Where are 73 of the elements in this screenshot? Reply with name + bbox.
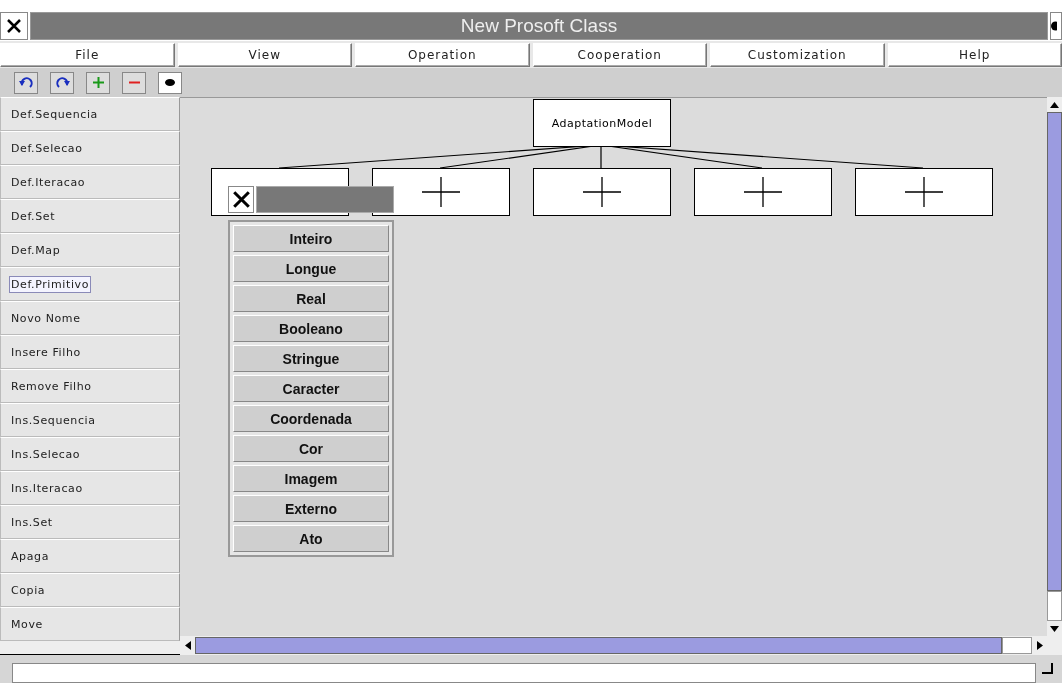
sidebar-button[interactable]: Def.Primitivo xyxy=(0,267,180,301)
sidebar-button[interactable]: Ins.Selecao xyxy=(0,437,180,471)
type-button[interactable]: Coordenada xyxy=(233,405,389,432)
sidebar-button[interactable]: Remove Filho xyxy=(0,369,180,403)
sidebar-button[interactable]: Move xyxy=(0,607,180,641)
sidebar-button[interactable]: Def.Set xyxy=(0,199,180,233)
button-label: Copia xyxy=(10,582,47,599)
sidebar-button[interactable]: Def.Sequencia xyxy=(0,97,180,131)
button-label: Def.Selecao xyxy=(10,140,84,157)
sidebar-button[interactable]: Ins.Set xyxy=(0,505,180,539)
sidebar-button[interactable]: Copia xyxy=(0,573,180,607)
button-label: Move xyxy=(10,616,44,633)
button-label: Ins.Iteracao xyxy=(10,480,84,497)
right-arrow-icon[interactable] xyxy=(1036,641,1043,650)
sidebar-button[interactable]: Def.Map xyxy=(0,233,180,267)
menu-item[interactable]: Operation xyxy=(355,43,530,67)
button-label: Apaga xyxy=(10,548,50,565)
sidebar-button[interactable]: Def.Iteracao xyxy=(0,165,180,199)
plus-icon xyxy=(92,77,104,88)
redo-icon xyxy=(54,76,70,89)
dot-icon xyxy=(165,79,175,86)
sidebar-button[interactable]: Apaga xyxy=(0,539,180,573)
button-label: Ins.Set xyxy=(10,514,54,531)
type-button[interactable]: Stringue xyxy=(233,345,389,372)
left-arrow-icon[interactable] xyxy=(184,641,191,650)
type-button[interactable]: Booleano xyxy=(233,315,389,342)
menu-item[interactable]: View xyxy=(177,43,352,67)
toolbar-button[interactable] xyxy=(14,71,38,94)
type-button[interactable]: Real xyxy=(233,285,389,312)
sidebar-button[interactable]: Novo Nome xyxy=(0,301,180,335)
close-button[interactable] xyxy=(228,186,254,213)
type-button[interactable]: Cor xyxy=(233,435,389,462)
sidebar-button[interactable]: Ins.Iteracao xyxy=(0,471,180,505)
button-label: Def.Primitivo xyxy=(9,275,91,293)
menu-item[interactable]: Help xyxy=(887,43,1062,67)
sidebar-button[interactable]: Def.Selecao xyxy=(0,131,180,165)
close-icon[interactable] xyxy=(232,191,250,208)
plus-icon xyxy=(905,177,943,207)
button-label: Ins.Selecao xyxy=(10,446,82,463)
button-label: Insere Filho xyxy=(10,344,82,361)
sidebar-button[interactable]: Insere Filho xyxy=(0,335,180,369)
sidebar-button[interactable]: Ins.Sequencia xyxy=(0,403,180,437)
button-label: Remove Filho xyxy=(10,378,93,395)
window-button[interactable] xyxy=(1050,12,1062,40)
button-label: Def.Map xyxy=(10,242,62,259)
menu-item[interactable]: Customization xyxy=(710,43,885,67)
type-button[interactable]: Caracter xyxy=(233,375,389,402)
up-arrow-icon[interactable] xyxy=(1050,101,1059,108)
button-label: Def.Set xyxy=(10,208,57,225)
menu-item[interactable]: File xyxy=(0,43,175,67)
undo-icon xyxy=(18,76,34,89)
plus-icon xyxy=(422,177,460,207)
type-button[interactable]: Inteiro xyxy=(233,225,389,252)
plus-icon xyxy=(744,177,782,207)
button-label: Ins.Sequencia xyxy=(10,412,97,429)
type-button[interactable]: Imagem xyxy=(233,465,389,492)
toolbar-button[interactable] xyxy=(158,71,182,94)
button-label: Def.Iteracao xyxy=(10,174,87,191)
plus-icon xyxy=(583,177,621,207)
minus-icon xyxy=(128,81,140,84)
down-arrow-icon[interactable] xyxy=(1050,625,1059,632)
menu-item[interactable]: Cooperation xyxy=(532,43,707,67)
close-button[interactable] xyxy=(0,12,28,40)
button-label: Def.Sequencia xyxy=(10,106,99,123)
button-label: Novo Nome xyxy=(10,310,82,327)
type-button[interactable]: Externo xyxy=(233,495,389,522)
toolbar-button[interactable] xyxy=(50,71,74,94)
diagram-node: AdaptationModel xyxy=(533,99,671,147)
type-button[interactable]: Ato xyxy=(233,525,389,552)
window-title: New Prosoft Class xyxy=(30,12,1048,40)
corner-icon xyxy=(1042,663,1054,675)
type-button[interactable]: Longue xyxy=(233,255,389,282)
close-icon[interactable] xyxy=(7,19,21,33)
